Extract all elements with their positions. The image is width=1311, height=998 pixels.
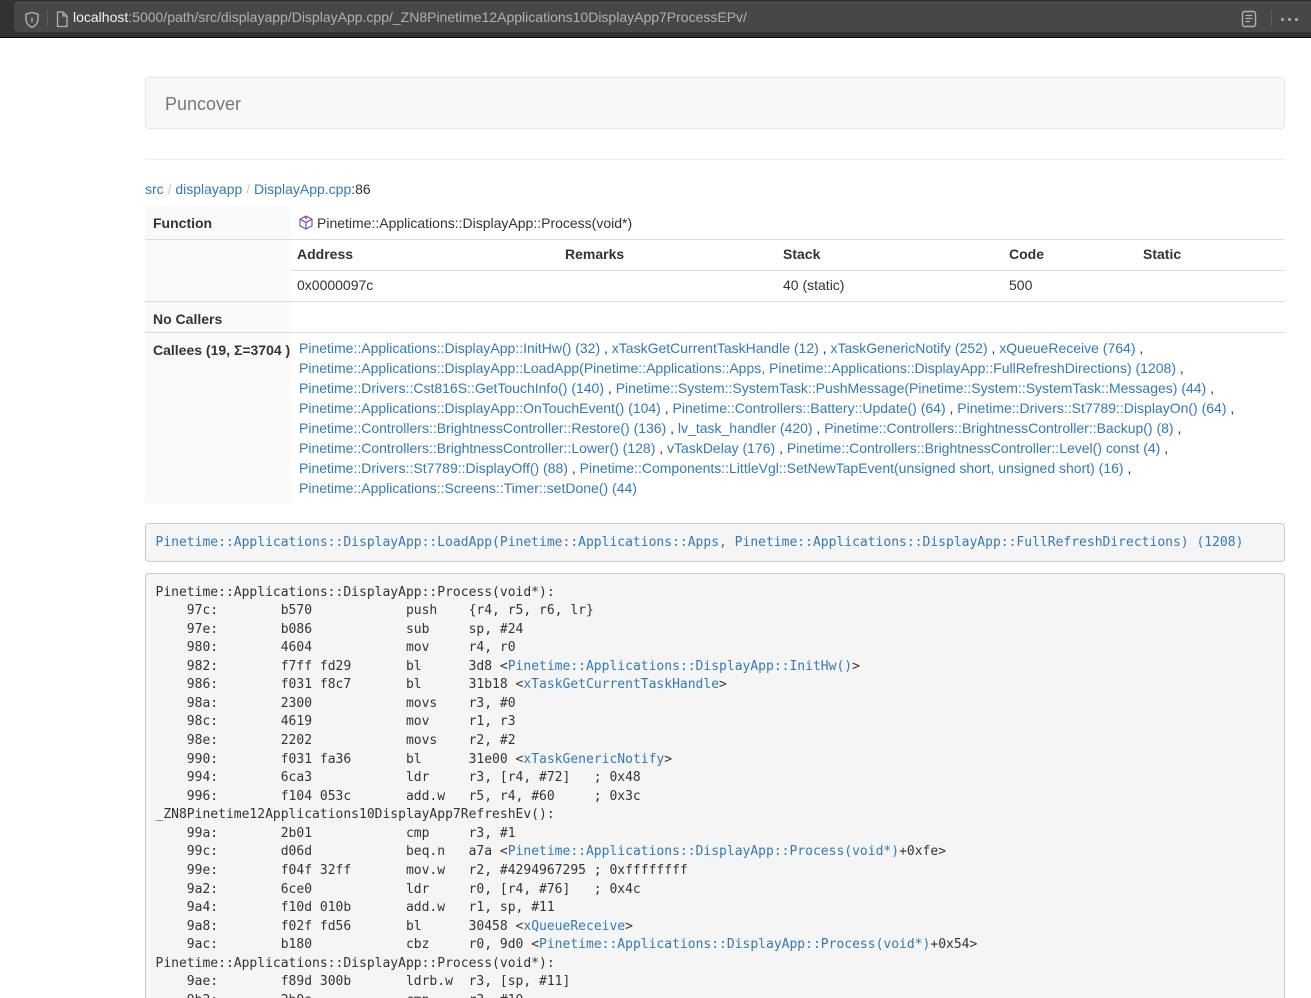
- url-text[interactable]: localhost:5000/path/src/displayapp/Displ…: [73, 9, 747, 25]
- callee-link[interactable]: Pinetime::Controllers::BrightnessControl…: [299, 420, 666, 436]
- asm-symbol-link[interactable]: xQueueReceive: [523, 919, 625, 934]
- breadcrumb-line-number: :86: [351, 181, 370, 197]
- cube-icon: [299, 215, 313, 230]
- callee-link[interactable]: Pinetime::Applications::DisplayApp::Load…: [299, 360, 1176, 376]
- callee-link[interactable]: Pinetime::Controllers::BrightnessControl…: [824, 420, 1173, 436]
- more-menu-icon[interactable]: [1281, 18, 1302, 21]
- divider: [145, 159, 1285, 160]
- asm-symbol-link[interactable]: Pinetime::Applications::DisplayApp::Proc…: [508, 844, 899, 859]
- callee-link[interactable]: vTaskDelay (176): [667, 440, 775, 456]
- callee-link[interactable]: Pinetime::Controllers::BrightnessControl…: [787, 440, 1160, 456]
- breadcrumb-displayapp[interactable]: displayapp: [175, 181, 242, 197]
- value-stack: 40 (static): [777, 271, 1003, 301]
- col-code: Code: [1003, 240, 1137, 270]
- highlight-link[interactable]: Pinetime::Applications::DisplayApp::Load…: [156, 535, 1244, 550]
- col-stack: Stack: [777, 240, 1003, 270]
- urlbar-separator-left: [47, 9, 48, 27]
- no-callers-label: No Callers: [145, 302, 291, 332]
- url-host: localhost: [73, 9, 128, 25]
- col-address: Address: [291, 240, 559, 270]
- asm-symbol-link[interactable]: xTaskGenericNotify: [523, 752, 664, 767]
- function-table-empty-th: [145, 240, 291, 301]
- value-remarks: [559, 271, 777, 301]
- callee-link[interactable]: Pinetime::Drivers::Cst816S::GetTouchInfo…: [299, 380, 604, 396]
- callee-link[interactable]: xQueueReceive (764): [999, 340, 1135, 356]
- function-name: Pinetime::Applications::DisplayApp::Proc…: [317, 215, 632, 231]
- col-static: Static: [1137, 240, 1285, 270]
- callee-link[interactable]: xTaskGenericNotify (252): [830, 340, 987, 356]
- value-code: 500: [1003, 271, 1137, 301]
- callee-link[interactable]: Pinetime::Applications::DisplayApp::Init…: [299, 340, 600, 356]
- breadcrumb-separator: /: [246, 181, 250, 197]
- url-bar[interactable]: localhost:5000/path/src/displayapp/Displ…: [14, 2, 1311, 32]
- callee-link[interactable]: xTaskGetCurrentTaskHandle (12): [612, 340, 819, 356]
- callee-link[interactable]: Pinetime::Applications::DisplayApp::OnTo…: [299, 400, 661, 416]
- navbar: Puncover: [145, 77, 1285, 129]
- callees-label: Callees (19, Σ=3704 ): [145, 333, 291, 503]
- col-remarks: Remarks: [559, 240, 777, 270]
- function-table: Function Pinetime::Applications::Display…: [145, 206, 1285, 503]
- function-detail-table: Address Remarks Stack Code Static 0x0000…: [291, 240, 1285, 301]
- function-label: Function: [145, 206, 291, 239]
- url-path: :5000/path/src/displayapp/DisplayApp.cpp…: [128, 9, 747, 25]
- urlbar-separator-right: [1271, 9, 1272, 27]
- callee-link[interactable]: Pinetime::Drivers::St7789::DisplayOn() (…: [957, 400, 1226, 416]
- callee-link[interactable]: Pinetime::System::SystemTask::PushMessag…: [616, 380, 1207, 396]
- callee-link[interactable]: Pinetime::Components::LittleVgl::SetNewT…: [580, 460, 1124, 476]
- value-static: [1137, 271, 1285, 301]
- callee-link[interactable]: Pinetime::Controllers::BrightnessControl…: [299, 440, 655, 456]
- breadcrumb-src[interactable]: src: [145, 181, 164, 197]
- shield-icon[interactable]: [24, 11, 40, 29]
- value-address: 0x0000097c: [291, 271, 559, 301]
- breadcrumb: src / displayapp / DisplayApp.cpp:86: [145, 179, 1285, 199]
- breadcrumb-file[interactable]: DisplayApp.cpp: [254, 181, 351, 197]
- breadcrumb-separator: /: [168, 181, 172, 197]
- callee-link[interactable]: lv_task_handler (420): [678, 420, 813, 436]
- page-icon: [55, 11, 69, 28]
- highlight-box: Pinetime::Applications::DisplayApp::Load…: [145, 523, 1285, 562]
- asm-symbol-link[interactable]: Pinetime::Applications::DisplayApp::Init…: [508, 659, 852, 674]
- browser-toolbar: localhost:5000/path/src/displayapp/Displ…: [0, 0, 1311, 38]
- navbar-brand[interactable]: Puncover: [146, 78, 260, 130]
- asm-symbol-link[interactable]: xTaskGetCurrentTaskHandle: [523, 677, 719, 692]
- callee-link[interactable]: Pinetime::Applications::Screens::Timer::…: [299, 480, 637, 496]
- callee-link[interactable]: Pinetime::Drivers::St7789::DisplayOff() …: [299, 460, 568, 476]
- callee-link[interactable]: Pinetime::Controllers::Battery::Update()…: [673, 400, 946, 416]
- asm-symbol-link[interactable]: Pinetime::Applications::DisplayApp::Proc…: [539, 937, 930, 952]
- reader-mode-icon[interactable]: [1241, 10, 1257, 28]
- disassembly: Pinetime::Applications::DisplayApp::Proc…: [145, 573, 1285, 998]
- callees-cell: Pinetime::Applications::DisplayApp::Init…: [291, 333, 1285, 503]
